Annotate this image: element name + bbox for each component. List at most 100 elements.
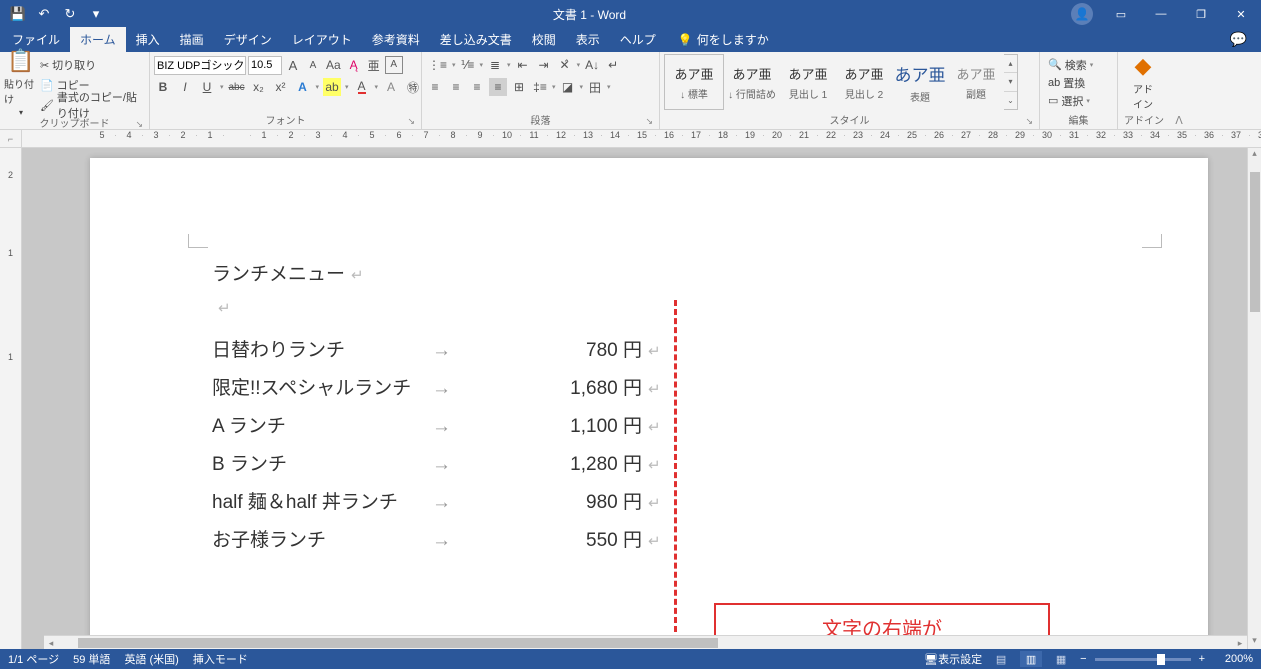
scroll-left-button[interactable]: ◂ — [44, 636, 58, 649]
text-effects-button[interactable]: A — [294, 78, 312, 96]
status-page[interactable]: 1/1 ページ — [8, 651, 59, 667]
zoom-out-button[interactable]: − — [1080, 653, 1086, 665]
launcher-icon[interactable]: ↘ — [645, 116, 653, 127]
launcher-icon[interactable]: ↘ — [1025, 116, 1033, 127]
ruler-vertical[interactable]: 211 — [0, 148, 22, 649]
qat-customize[interactable]: ▾ — [84, 2, 108, 26]
tell-me-search[interactable]: 💡何をしますか — [670, 27, 777, 52]
minimize-button[interactable]: — — [1141, 0, 1181, 28]
grow-font-button[interactable]: A — [284, 56, 302, 74]
bullets-button[interactable]: ⋮≡ — [426, 56, 449, 74]
zoom-level[interactable]: 200% — [1213, 653, 1253, 665]
scrollbar-horizontal[interactable]: ◂ ▸ — [44, 635, 1247, 649]
scrollbar-vertical[interactable]: ▴ ▾ — [1247, 148, 1261, 649]
distribute-button[interactable]: ⊞ — [510, 78, 528, 96]
tab-layout[interactable]: レイアウト — [282, 27, 362, 52]
scroll-thumb-v[interactable] — [1250, 172, 1260, 312]
highlight-button[interactable]: ab — [323, 78, 341, 96]
show-marks-button[interactable]: ↵ — [604, 56, 622, 74]
style-heading1[interactable]: あア亜見出し 1 — [780, 54, 836, 110]
view-readmode-button[interactable]: ▤ — [990, 651, 1012, 667]
styles-gallery-more[interactable]: ▴▾⌄ — [1004, 54, 1018, 110]
status-insert-mode[interactable]: 挿入モード — [193, 651, 248, 667]
clear-formatting-button[interactable]: Ą — [345, 56, 363, 74]
shrink-font-button[interactable]: A — [304, 56, 322, 74]
style-normal[interactable]: あア亜↓ 標準 — [664, 54, 724, 110]
style-subtitle[interactable]: あア亜副題 — [948, 54, 1004, 110]
document-area[interactable]: ランチメニュー↵ ↵ 日替わりランチ → 780 円 ↵ 限定!!スペシャルラン… — [22, 148, 1261, 649]
zoom-knob[interactable] — [1157, 654, 1165, 665]
ribbon-display-options[interactable]: ▭ — [1101, 0, 1141, 28]
cut-button[interactable]: ✂切り取り — [40, 56, 145, 74]
tab-view[interactable]: 表示 — [566, 27, 610, 52]
style-heading2[interactable]: あア亜見出し 2 — [836, 54, 892, 110]
style-title[interactable]: あア亜表題 — [892, 54, 948, 110]
restore-button[interactable]: ❐ — [1181, 0, 1221, 28]
replace-button[interactable]: ab置換 — [1044, 74, 1097, 91]
status-words[interactable]: 59 単語 — [73, 651, 110, 667]
font-color-button[interactable]: A — [353, 78, 371, 96]
strikethrough-button[interactable]: abc — [228, 78, 246, 96]
addin-button[interactable]: ◆アド イン — [1122, 54, 1164, 110]
scroll-right-button[interactable]: ▸ — [1233, 636, 1247, 649]
undo-button[interactable]: ↶ — [32, 2, 56, 26]
justify-button[interactable]: ≡ — [489, 78, 507, 96]
tab-mailings[interactable]: 差し込み文書 — [430, 27, 522, 52]
asian-layout-button[interactable]: ✕̂ — [556, 56, 574, 74]
tab-references[interactable]: 参考資料 — [362, 27, 430, 52]
multilevel-list-button[interactable]: ≣ — [486, 56, 504, 74]
change-case-button[interactable]: Aa — [324, 56, 343, 74]
superscript-button[interactable]: x² — [272, 78, 290, 96]
phonetic-guide-button[interactable]: 亜 — [365, 56, 383, 74]
align-center-button[interactable]: ≡ — [447, 78, 465, 96]
underline-button[interactable]: U — [198, 78, 216, 96]
numbering-button[interactable]: ⅟≡ — [459, 56, 477, 74]
bold-button[interactable]: B — [154, 78, 172, 96]
font-name-selector[interactable] — [154, 56, 246, 75]
decrease-indent-button[interactable]: ⇤ — [514, 56, 532, 74]
launcher-icon[interactable]: ↘ — [135, 119, 143, 130]
zoom-in-button[interactable]: + — [1199, 653, 1205, 665]
launcher-icon[interactable]: ↘ — [407, 116, 415, 127]
enclose-char-button[interactable]: ㊕ — [404, 78, 422, 96]
save-button[interactable]: 💾 — [6, 2, 30, 26]
tab-selector[interactable]: ⌐ — [0, 130, 22, 147]
tab-draw[interactable]: 描画 — [170, 27, 214, 52]
ruler-horizontal[interactable]: ⌐ 5·4·3·2·1··1·2·3·4·5·6·7·8·9·10·11·12·… — [0, 130, 1261, 148]
paste-button[interactable]: 📋貼り付け▾ — [4, 54, 38, 110]
tab-design[interactable]: デザイン — [214, 27, 282, 52]
char-shading-button[interactable]: A — [382, 78, 400, 96]
tab-review[interactable]: 校閲 — [522, 27, 566, 52]
redo-button[interactable]: ↻ — [58, 2, 82, 26]
increase-indent-button[interactable]: ⇥ — [535, 56, 553, 74]
align-right-button[interactable]: ≡ — [468, 78, 486, 96]
account-icon[interactable]: 👤 — [1071, 3, 1093, 25]
line-spacing-button[interactable]: ‡≡ — [531, 78, 549, 96]
close-button[interactable]: ✕ — [1221, 0, 1261, 28]
format-painter-button[interactable]: 🖌書式のコピー/貼り付け — [40, 96, 145, 114]
view-print-button[interactable]: ▥ — [1020, 651, 1042, 667]
sort-button[interactable]: A↓ — [583, 56, 601, 74]
select-button[interactable]: ▭選択▾ — [1044, 92, 1097, 109]
status-language[interactable]: 英語 (米国) — [124, 651, 178, 667]
collapse-ribbon-button[interactable]: ᐱ — [1170, 52, 1188, 129]
zoom-slider[interactable] — [1095, 658, 1191, 661]
display-settings-button[interactable]: 🖥表示設定 — [924, 651, 982, 667]
comments-button[interactable]: 💬 — [1216, 27, 1261, 52]
document-body[interactable]: ランチメニュー↵ ↵ 日替わりランチ → 780 円 ↵ 限定!!スペシャルラン… — [212, 256, 661, 560]
tab-help[interactable]: ヘルプ — [610, 27, 666, 52]
tab-insert[interactable]: 挿入 — [126, 27, 170, 52]
find-button[interactable]: 🔍検索▾ — [1044, 56, 1097, 73]
style-nospacing[interactable]: あア亜↓ 行間詰め — [724, 54, 780, 110]
view-web-button[interactable]: ▦ — [1050, 651, 1072, 667]
borders-button[interactable]: 田 — [586, 78, 604, 96]
subscript-button[interactable]: x₂ — [250, 78, 268, 96]
char-border-button[interactable]: A — [385, 56, 403, 74]
shading-button[interactable]: ◪ — [559, 78, 577, 96]
align-left-button[interactable]: ≡ — [426, 78, 444, 96]
font-size-selector[interactable] — [248, 56, 282, 75]
scroll-down-button[interactable]: ▾ — [1248, 635, 1261, 649]
scroll-up-button[interactable]: ▴ — [1248, 148, 1261, 162]
tab-home[interactable]: ホーム — [70, 27, 126, 52]
scroll-thumb-h[interactable] — [78, 638, 718, 648]
